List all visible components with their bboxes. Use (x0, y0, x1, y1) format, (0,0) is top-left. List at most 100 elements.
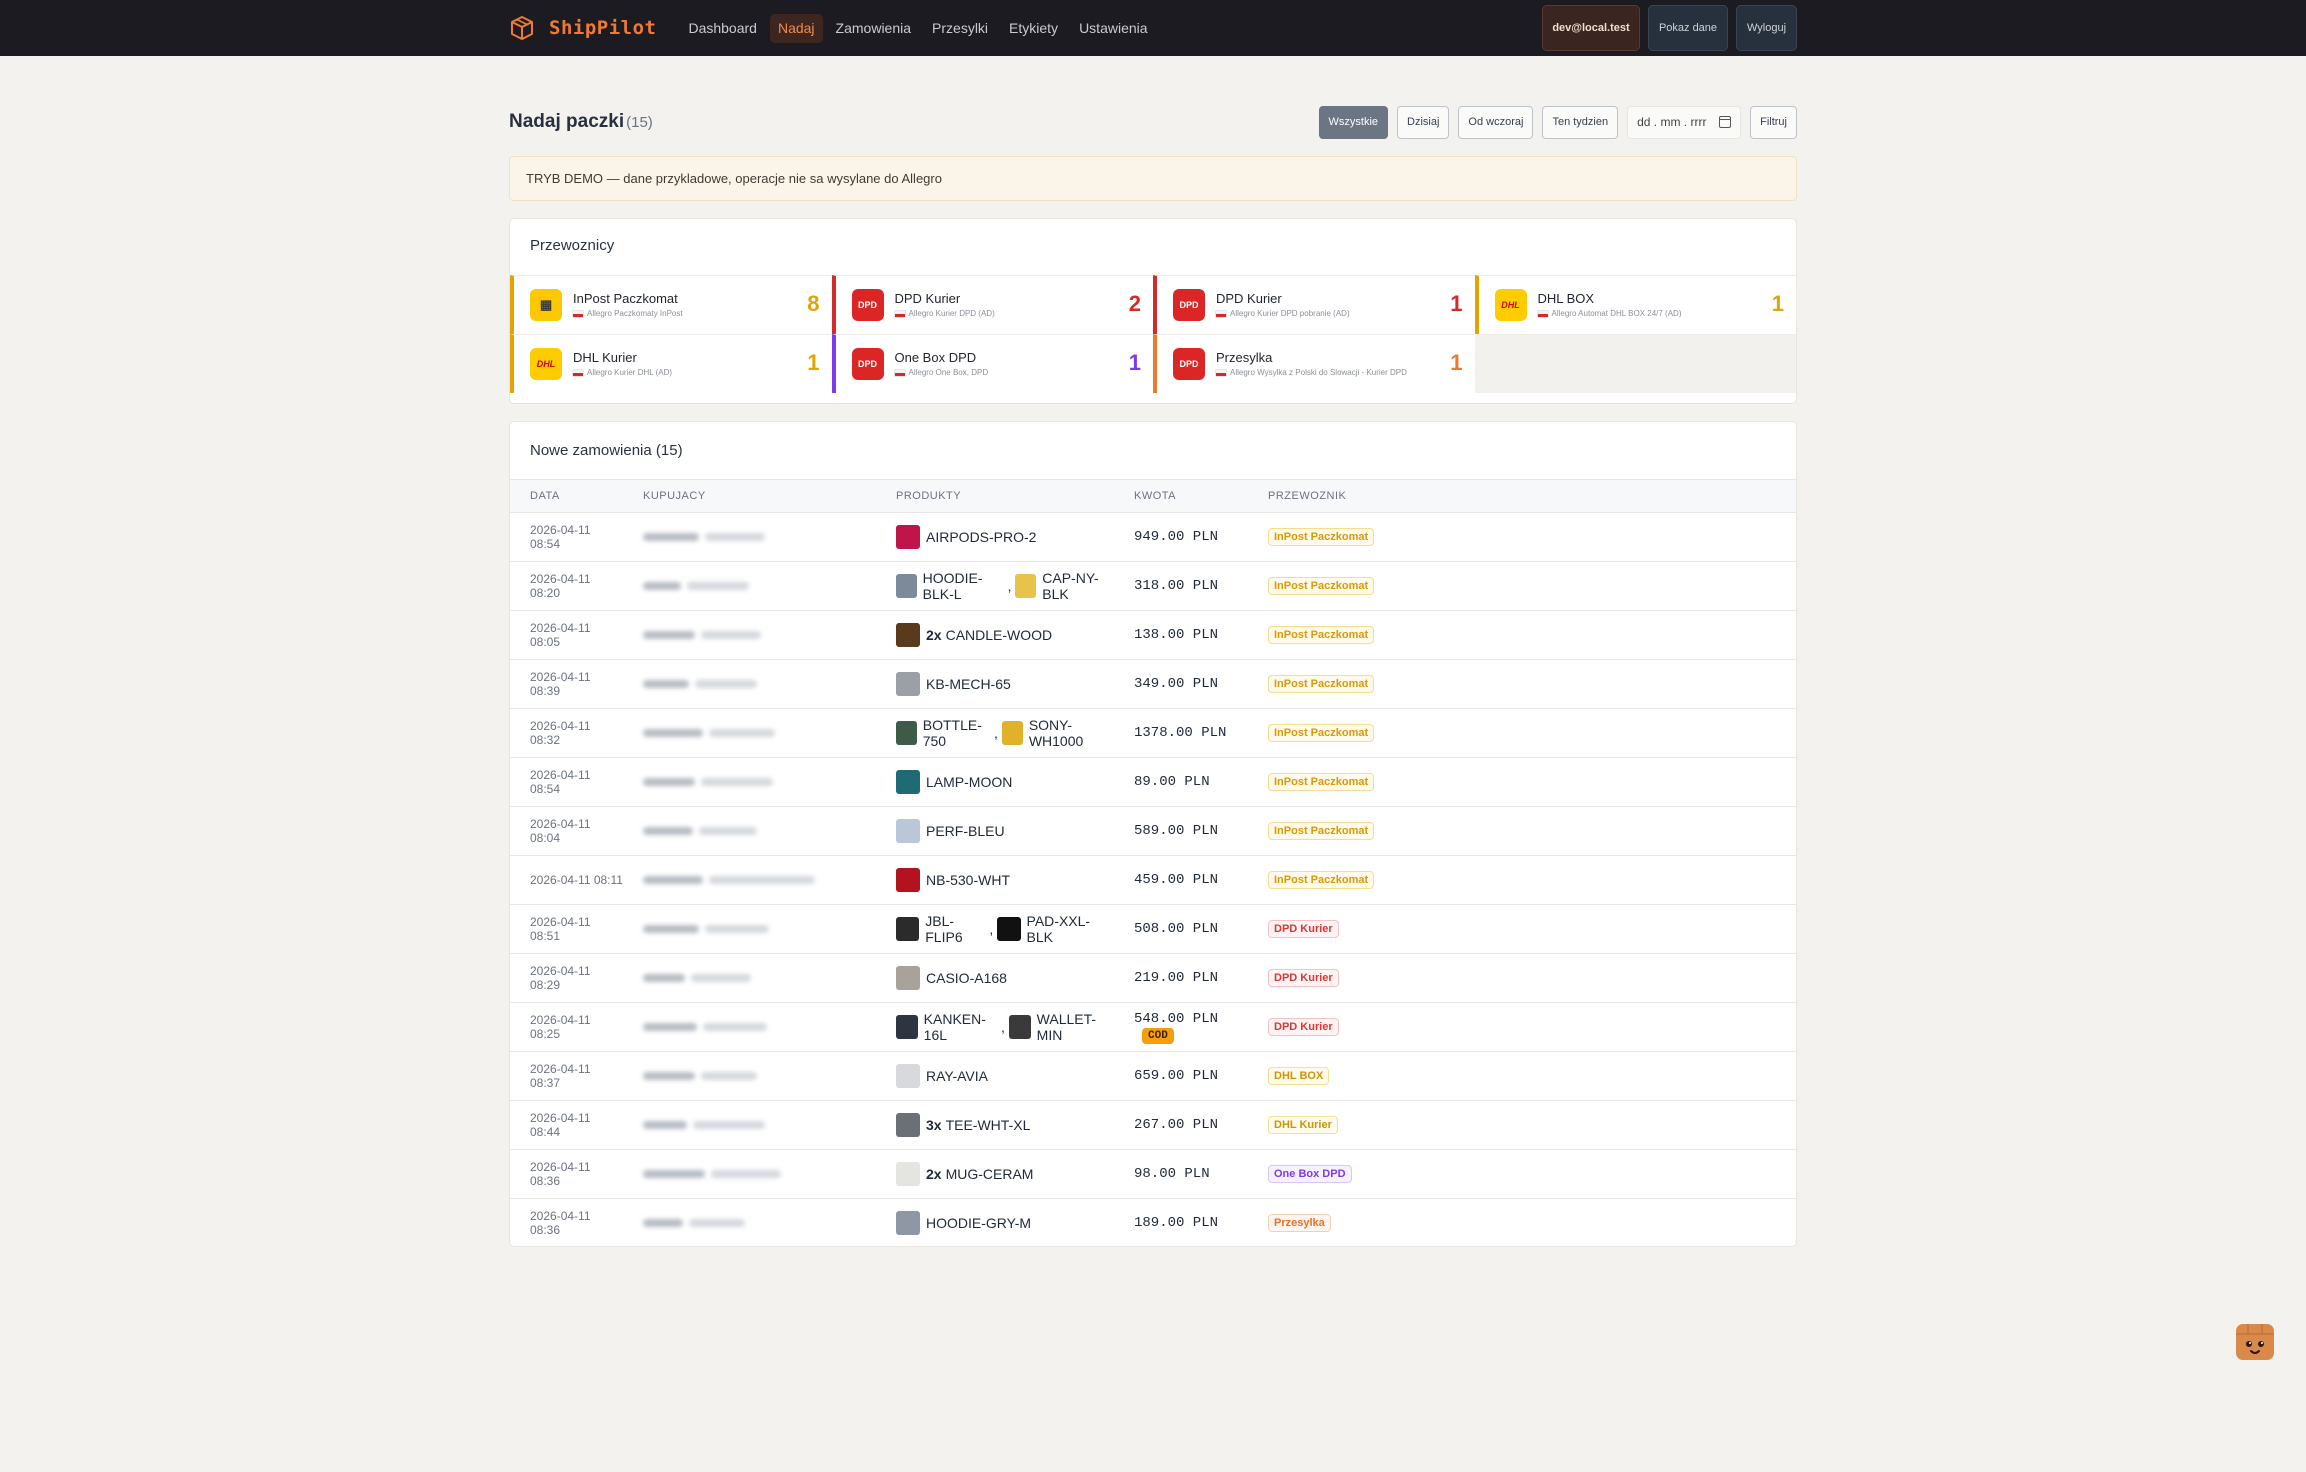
buyer-cell (623, 1199, 876, 1248)
filter-button-ten-tydzien[interactable]: Ten tydzien (1542, 105, 1619, 139)
product-item[interactable]: KANKEN-16L, (896, 1011, 1009, 1043)
carrier-item[interactable]: DHL DHL Kurier Allegro Kurier DHL (AD) 1 (510, 334, 832, 393)
product-item[interactable]: 2x MUG-CERAM (896, 1162, 1033, 1186)
product-separator: , (1007, 578, 1012, 594)
carrier-item[interactable]: DPD Przesylka Allegro Wysylka z Polski do … (1153, 334, 1475, 393)
logout-button[interactable]: Wyloguj (1736, 5, 1797, 51)
table-row[interactable]: 2026-04-11 08:25 KANKEN-16L, WALLET-MIN 548… (510, 1002, 1796, 1052)
buyer-cell (623, 513, 876, 562)
table-row[interactable]: 2026-04-11 08:37 RAY-AVIA 659.00 PLN DHL BO… (510, 1051, 1796, 1101)
product-item[interactable]: PERF-BLEU (896, 819, 1005, 843)
nav-link-dashboard[interactable]: Dashboard (680, 14, 765, 43)
carrier-service-label: Allegro Kurier DPD pobranie (AD) (1230, 309, 1350, 318)
user-email-button[interactable]: dev@local.test (1542, 5, 1640, 51)
filter-button-wszystkie[interactable]: Wszystkie (1318, 105, 1389, 139)
carriers-title: Przewoznicy (530, 237, 615, 254)
product-thumbnail (896, 721, 917, 745)
product-thumbnail (896, 525, 920, 549)
carrier-service-label: Allegro Kurier DHL (AD) (587, 368, 673, 377)
table-row[interactable]: 2026-04-11 08:04 PERF-BLEU 589.00 PLN InPos… (510, 806, 1796, 856)
nav-link-ustawienia[interactable]: Ustawienia (1071, 14, 1155, 43)
carrier-service: Allegro Kurier DHL (AD) (573, 367, 778, 378)
order-amount: 459.00 PLN (1114, 856, 1248, 905)
product-item[interactable]: PAD-XXL-BLK (997, 913, 1114, 945)
products-cell: NB-530-WHT (876, 856, 1114, 905)
mascot-box-icon[interactable] (2234, 1320, 2276, 1362)
poland-flag-icon (1216, 311, 1226, 317)
carrier-count: 2 (1128, 291, 1141, 316)
nav-link-przesylki[interactable]: Przesylki (924, 14, 996, 43)
brand[interactable]: ShipPilot (509, 15, 656, 41)
product-thumbnail (896, 1113, 920, 1137)
poland-flag-icon (894, 311, 905, 317)
product-item[interactable]: HOODIE-GRY-M (896, 1211, 1031, 1236)
product-item[interactable]: 3x TEE-WHT-XL (896, 1113, 1030, 1137)
product-item[interactable]: HOODIE-BLK-L, (896, 570, 1015, 602)
carrier-item[interactable]: DPD DPD Kurier Allegro Kurier DPD (AD) 2 (831, 275, 1153, 334)
order-date: 2026-04-11 08:37 (530, 1062, 591, 1090)
table-row[interactable]: 2026-04-11 08:32 BOTTLE-750, SONY-WH1000 13… (510, 708, 1796, 758)
filter-apply-button[interactable]: Filtruj (1750, 105, 1797, 139)
table-row[interactable]: 2026-04-11 08:54 AIRPODS-PRO-2 949.00 PLN I… (510, 512, 1796, 562)
product-item[interactable]: LAMP-MOON (896, 770, 1012, 794)
table-row[interactable]: 2026-04-11 08:44 3x TEE-WHT-XL 267.00 PLN DH… (510, 1100, 1796, 1150)
carrier-item[interactable]: ▦ InPost Paczkomat Allegro Paczkomaty InPo… (510, 275, 832, 334)
filter-button-od-wczoraj[interactable]: Od wczoraj (1458, 105, 1534, 139)
nav-link-zamowienia[interactable]: Zamowienia (828, 14, 919, 43)
carrier-cell: Przesylka (1248, 1199, 1796, 1248)
product-item[interactable]: 2x CANDLE-WOOD (896, 623, 1052, 647)
carrier-item[interactable]: DPD One Box DPD Allegro One Box, DPD 1 (831, 334, 1153, 393)
buyer-fullname-redacted (709, 729, 775, 737)
order-amount: 548.00 PLNCOD (1114, 1003, 1248, 1052)
product-item[interactable]: SONY-WH1000 (1001, 717, 1114, 749)
table-row[interactable]: 2026-04-11 08:11 NB-530-WHT 459.00 PLN InPo… (510, 855, 1796, 905)
product-item[interactable]: CAP-NY-BLK (1015, 570, 1114, 602)
table-row[interactable]: 2026-04-11 08:36 2x MUG-CERAM 98.00 PLN One … (510, 1149, 1796, 1199)
carrier-empty-slot (1474, 334, 1796, 393)
product-separator: , (1000, 1019, 1005, 1035)
carrier-badge: DPD Kurier (1268, 969, 1339, 987)
product-item[interactable]: KB-MECH-65 (896, 672, 1011, 696)
calendar-icon[interactable] (1719, 116, 1732, 128)
product-item[interactable]: WALLET-MIN (1008, 1011, 1114, 1043)
carrier-name: InPost Paczkomat (573, 291, 678, 306)
nav-link-etykiety[interactable]: Etykiety (1001, 14, 1066, 43)
dpd-logo-icon: DPD (1173, 289, 1205, 321)
product-item[interactable]: NB-530-WHT (896, 868, 1010, 892)
date-input[interactable]: dd . mm . rrrr (1627, 105, 1742, 139)
table-row[interactable]: 2026-04-11 08:36 HOODIE-GRY-M 189.00 PLN Pr… (510, 1198, 1796, 1248)
order-date: 2026-04-11 08:39 (530, 670, 591, 698)
table-row[interactable]: 2026-04-11 08:05 2x CANDLE-WOOD 138.00 PLN I… (510, 610, 1796, 660)
carrier-count: 1 (1771, 291, 1784, 316)
product-item[interactable]: AIRPODS-PRO-2 (896, 525, 1036, 549)
filter-button-dzisiaj[interactable]: Dzisiaj (1397, 105, 1450, 139)
buyer-login-redacted (643, 533, 699, 541)
product-quantity: 3x (926, 1117, 942, 1133)
table-row[interactable]: 2026-04-11 08:20 HOODIE-BLK-L, CAP-NY-BLK 3… (510, 561, 1796, 611)
product-sku: RAY-AVIA (926, 1068, 988, 1084)
product-item[interactable]: JBL-FLIP6, (896, 913, 997, 945)
show-data-button[interactable]: Pokaz dane (1648, 5, 1728, 51)
buyer-fullname-redacted (705, 925, 769, 933)
product-item[interactable]: RAY-AVIA (896, 1064, 988, 1088)
table-row[interactable]: 2026-04-11 08:39 KB-MECH-65 349.00 PLN InPo… (510, 659, 1796, 709)
poland-flag-icon (573, 311, 583, 317)
nav-link-nadaj[interactable]: Nadaj (769, 13, 823, 43)
table-row[interactable]: 2026-04-11 08:54 LAMP-MOON 89.00 PLN InPost… (510, 757, 1796, 807)
products-cell: AIRPODS-PRO-2 (876, 513, 1114, 562)
table-row[interactable]: 2026-04-11 08:51 JBL-FLIP6, PAD-XXL-BLK 508… (510, 904, 1796, 954)
buyer-fullname-redacted (701, 1072, 757, 1080)
table-row[interactable]: 2026-04-11 08:29 CASIO-A168 219.00 PLN DPD … (510, 953, 1796, 1003)
order-date: 2026-04-11 08:11 (530, 873, 623, 887)
carrier-badge: InPost Paczkomat (1268, 577, 1375, 595)
order-amount: 1378.00 PLN (1114, 709, 1248, 758)
product-item[interactable]: CASIO-A168 (896, 966, 1007, 990)
carrier-item[interactable]: DHL DHL BOX Allegro Automat DHL BOX 24/7 (… (1474, 275, 1796, 334)
dhl-logo-icon: DHL (1494, 289, 1527, 321)
carrier-item[interactable]: DPD DPD Kurier Allegro Kurier DPD pobranie… (1153, 275, 1475, 334)
products-cell: 2x CANDLE-WOOD (876, 611, 1114, 660)
order-date: 2026-04-11 08:04 (530, 817, 591, 845)
carrier-name: One Box DPD (894, 350, 977, 365)
product-separator: , (993, 725, 998, 741)
product-item[interactable]: BOTTLE-750, (896, 717, 1002, 749)
